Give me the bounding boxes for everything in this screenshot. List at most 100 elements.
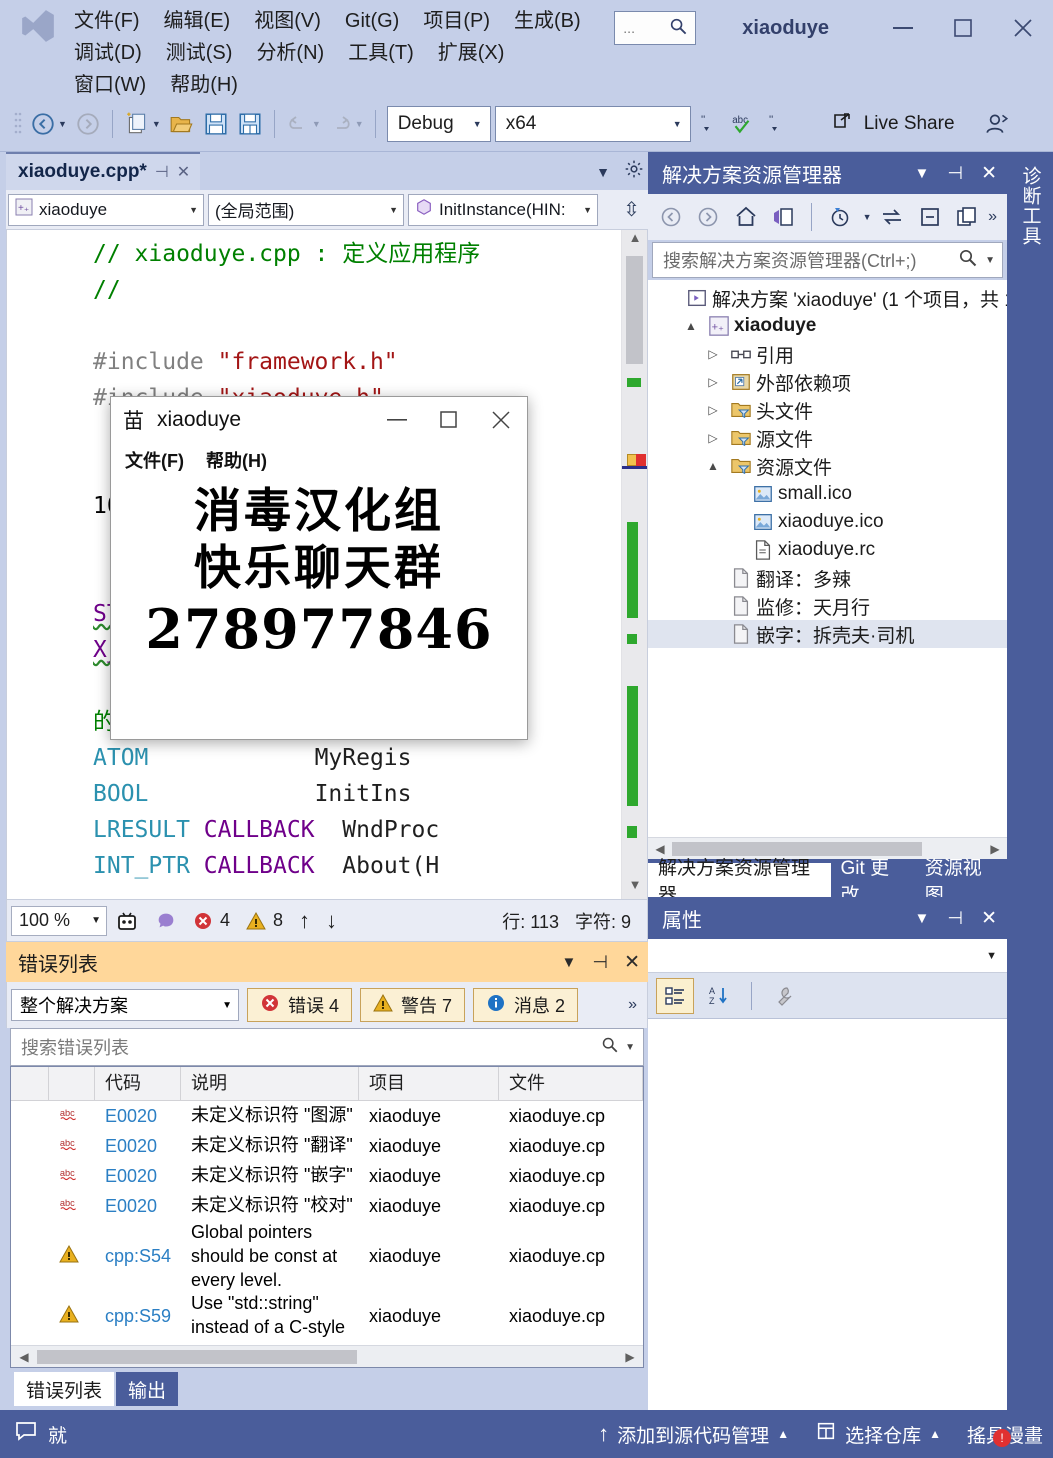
filter-messages-button[interactable]: 消息 2 bbox=[473, 988, 578, 1022]
menu-build[interactable]: 生成(B) bbox=[502, 5, 593, 37]
save-button[interactable] bbox=[199, 104, 233, 144]
scroll-right-arrow[interactable]: ▶ bbox=[617, 1350, 643, 1364]
toolbar-overflow-icon[interactable]: » bbox=[628, 996, 643, 1014]
navbar-scope-combo[interactable]: (全局范围) ▼ bbox=[208, 194, 404, 226]
code-line[interactable]: 4–#include "framework.h" bbox=[93, 344, 621, 380]
error-code[interactable]: E0020 bbox=[95, 1106, 181, 1127]
menu-file[interactable]: 文件(F) bbox=[62, 5, 152, 37]
add-to-source-control-button[interactable]: ↑ 添加到源代码管理 ▲ bbox=[598, 1421, 789, 1448]
navbar-project-combo[interactable]: +₊ xiaoduye ▼ bbox=[8, 194, 204, 226]
save-all-button[interactable] bbox=[233, 104, 267, 144]
scroll-left-arrow[interactable]: ◀ bbox=[11, 1350, 37, 1364]
se-sync-button[interactable] bbox=[875, 200, 909, 234]
code-line[interactable]: 18INT_PTR CALLBACK About(H bbox=[93, 848, 621, 884]
solution-configuration-combo[interactable]: Debug ▼ bbox=[387, 106, 491, 142]
chevron-down-icon[interactable]: ▼ bbox=[915, 910, 930, 927]
maximize-button[interactable] bbox=[933, 2, 993, 54]
property-pages-button[interactable] bbox=[765, 978, 803, 1014]
se-show-all-files-button[interactable] bbox=[951, 200, 985, 234]
chevron-down-icon[interactable]: ▼ bbox=[596, 164, 610, 180]
navbar-member-combo[interactable]: InitInstance(HIN: ▼ bbox=[408, 194, 598, 226]
quick-launch-search[interactable]: ... bbox=[614, 11, 696, 45]
menu-tools[interactable]: 工具(T) bbox=[336, 37, 426, 69]
tree-node[interactable]: 监修：天月行 bbox=[648, 592, 1007, 620]
error-code[interactable]: E0020 bbox=[95, 1166, 181, 1187]
app-maximize-button[interactable] bbox=[423, 397, 475, 443]
column-description[interactable]: 说明 bbox=[181, 1067, 359, 1101]
close-icon[interactable]: ✕ bbox=[981, 162, 997, 185]
diagnostic-tools-rail[interactable]: 诊断工具 bbox=[1007, 152, 1053, 1410]
tree-twisty-icon[interactable]: ▷ bbox=[700, 347, 726, 361]
chevron-down-icon[interactable]: ▼ bbox=[562, 954, 577, 971]
chevron-down-icon[interactable]: ▼ bbox=[625, 1042, 635, 1053]
column-file[interactable]: 文件 bbox=[499, 1067, 643, 1101]
toolbar-overflow-1-button[interactable]: '' bbox=[691, 104, 725, 144]
error-code[interactable]: E0020 bbox=[95, 1136, 181, 1157]
column-project[interactable]: 项目 bbox=[359, 1067, 499, 1101]
error-list-row[interactable]: cpp:S54Global pointers should be const a… bbox=[11, 1221, 643, 1292]
undo-button[interactable]: ▼ bbox=[282, 104, 325, 144]
redo-button[interactable]: ▼ bbox=[325, 104, 368, 144]
menu-project[interactable]: 项目(P) bbox=[411, 5, 502, 37]
error-list-search-input[interactable]: 搜索错误列表 ▼ bbox=[10, 1028, 644, 1066]
pin-icon[interactable]: ⊣ bbox=[947, 163, 963, 184]
new-project-button[interactable]: ▼ bbox=[120, 104, 165, 144]
alphabetical-view-button[interactable]: AZ bbox=[700, 978, 738, 1014]
error-count-status[interactable]: 4 bbox=[185, 910, 238, 931]
notification-icon[interactable] bbox=[14, 1419, 38, 1449]
app-menu-file[interactable]: 文件(F) bbox=[125, 447, 184, 473]
tree-node[interactable]: 翻译：多辣 bbox=[648, 564, 1007, 592]
tab-output[interactable]: 输出 bbox=[116, 1372, 178, 1406]
code-line[interactable]: 2// bbox=[93, 272, 621, 308]
minimize-button[interactable] bbox=[873, 2, 933, 54]
close-icon[interactable]: ✕ bbox=[981, 907, 997, 930]
close-button[interactable] bbox=[993, 2, 1053, 54]
menu-analyze[interactable]: 分析(N) bbox=[244, 37, 336, 69]
menu-edit[interactable]: 编辑(E) bbox=[152, 5, 243, 37]
toolbar-overflow-2-button[interactable]: '' bbox=[759, 104, 793, 144]
error-list-row[interactable]: abcE0020未定义标识符 "翻译"xiaoduyexiaoduye.cp bbox=[11, 1131, 643, 1161]
chevron-down-icon[interactable]: ▼ bbox=[915, 165, 930, 182]
zoom-level-combo[interactable]: 100 % ▼ bbox=[11, 906, 107, 936]
menu-test[interactable]: 测试(S) bbox=[154, 37, 245, 69]
copilot-status-icon[interactable] bbox=[147, 910, 185, 932]
pin-icon[interactable]: ⊣ bbox=[947, 908, 963, 929]
menu-extensions[interactable]: 扩展(X) bbox=[426, 37, 517, 69]
chevron-down-icon[interactable]: ▼ bbox=[863, 212, 872, 222]
error-list-row[interactable]: abcE0020未定义标识符 "嵌字"xiaoduyexiaoduye.cp bbox=[11, 1161, 643, 1191]
close-icon[interactable]: ✕ bbox=[177, 162, 190, 182]
pin-icon[interactable]: ⊣ bbox=[155, 162, 169, 182]
tree-twisty-icon[interactable]: ▲ bbox=[678, 319, 704, 333]
xiaoduye-app-window[interactable]: 苗 xiaoduye 文件(F) 帮助(H) 消毒汉化组 快乐聊天群 27897… bbox=[110, 396, 528, 740]
se-home-button[interactable] bbox=[729, 200, 763, 234]
tree-twisty-icon[interactable]: ▷ bbox=[700, 403, 726, 417]
chevron-down-icon[interactable]: ▼ bbox=[982, 255, 998, 266]
previous-issue-button[interactable]: ↑ bbox=[291, 908, 318, 934]
next-issue-button[interactable]: ↓ bbox=[318, 908, 345, 934]
live-share-button[interactable]: Live Share bbox=[823, 104, 963, 144]
tree-twisty-icon[interactable]: ▷ bbox=[700, 431, 726, 445]
filter-warnings-button[interactable]: 警告 7 bbox=[360, 988, 465, 1022]
filter-errors-button[interactable]: 错误 4 bbox=[247, 988, 352, 1022]
se-pending-changes-button[interactable] bbox=[823, 200, 857, 234]
close-icon[interactable]: ✕ bbox=[624, 951, 640, 974]
column-code[interactable]: 代码 bbox=[95, 1067, 181, 1101]
code-line[interactable]: 15ATOM MyRegis bbox=[93, 740, 621, 776]
tree-node[interactable]: ▲资源文件 bbox=[648, 452, 1007, 480]
intellisense-status-icon[interactable] bbox=[107, 909, 147, 933]
tree-node[interactable]: ▷头文件 bbox=[648, 396, 1007, 424]
tree-node[interactable]: small.ico bbox=[648, 480, 1007, 508]
tree-node[interactable]: ▷外部依赖项 bbox=[648, 368, 1007, 396]
properties-grid[interactable] bbox=[648, 1019, 1007, 1410]
spell-check-button[interactable]: abc bbox=[725, 104, 759, 144]
solution-platform-combo[interactable]: x64 ▼ bbox=[495, 106, 691, 142]
code-line[interactable]: 16BOOL InitIns bbox=[93, 776, 621, 812]
solution-explorer-search-input[interactable]: 搜索解决方案资源管理器(Ctrl+;) ▼ bbox=[652, 242, 1003, 278]
error-scope-combo[interactable]: 整个解决方案 ▼ bbox=[11, 989, 239, 1021]
code-line[interactable]: 17LRESULT CALLBACK WndProc bbox=[93, 812, 621, 848]
scroll-down-arrow[interactable]: ▼ bbox=[622, 877, 648, 899]
error-list-row[interactable]: cpp:S59Use "std::string" instead of a C-… bbox=[11, 1292, 643, 1340]
tree-node[interactable]: xiaoduye.ico bbox=[648, 508, 1007, 536]
toolbar-overflow-icon[interactable]: » bbox=[988, 208, 1001, 226]
se-collapse-all-button[interactable] bbox=[913, 200, 947, 234]
